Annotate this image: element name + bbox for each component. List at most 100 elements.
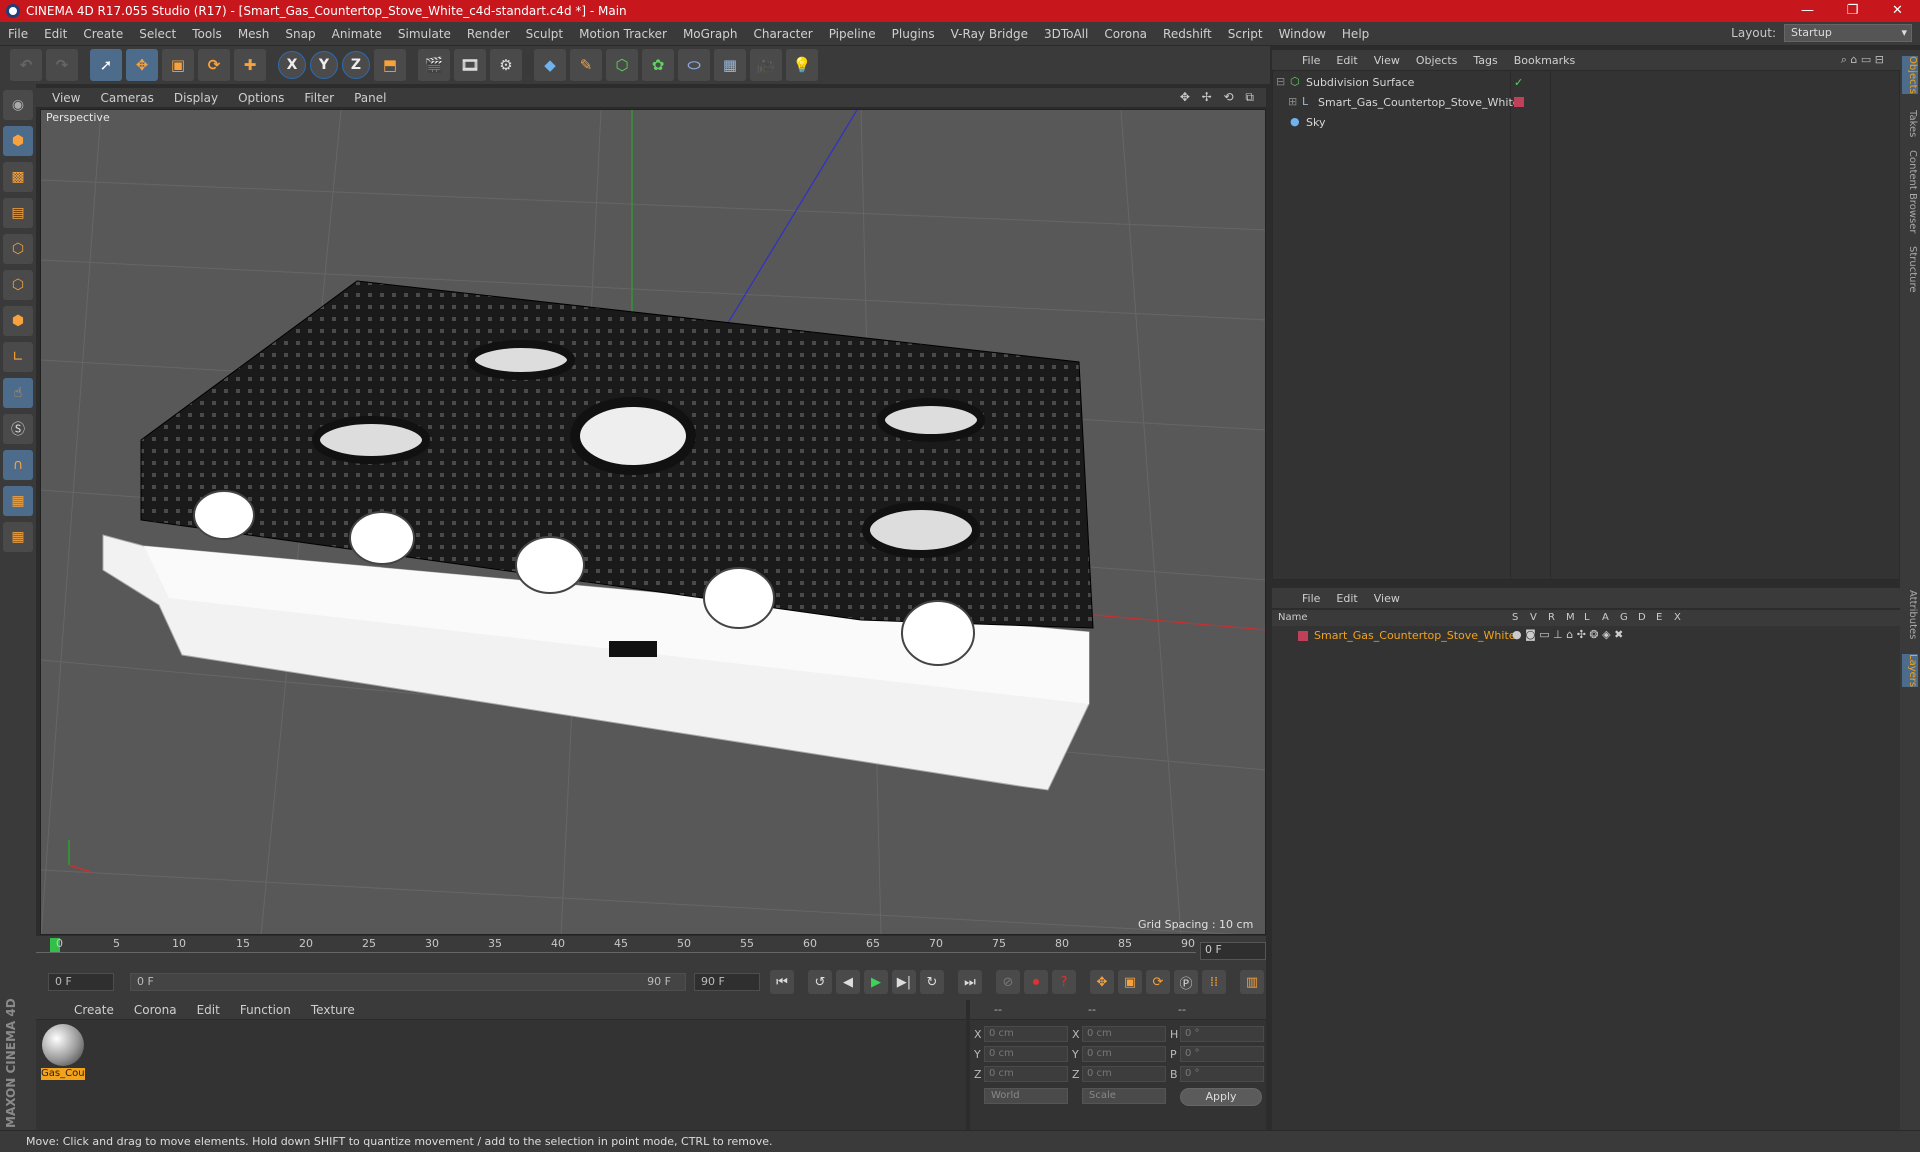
- key-parameter-icon[interactable]: Ⓟ: [1174, 970, 1198, 994]
- object-name[interactable]: Smart_Gas_Countertop_Stove_White: [1318, 96, 1520, 109]
- menu-select[interactable]: Select: [131, 27, 184, 41]
- menu-vray-bridge[interactable]: V-Ray Bridge: [943, 27, 1036, 41]
- object-row[interactable]: ⊞ L Smart_Gas_Countertop_Stove_White: [1274, 94, 1898, 112]
- make-editable-icon[interactable]: ◉: [3, 90, 33, 120]
- object-menu-tags[interactable]: Tags: [1465, 54, 1505, 67]
- render-view-icon[interactable]: 🎬: [418, 49, 450, 81]
- tab-content-browser[interactable]: Content Browser: [1902, 150, 1918, 233]
- key-rotation-icon[interactable]: ⟳: [1146, 970, 1170, 994]
- camera-icon[interactable]: 🎥: [750, 49, 782, 81]
- undo-icon[interactable]: ↶: [10, 49, 42, 81]
- go-to-end-icon[interactable]: ⏭: [958, 970, 982, 994]
- viewport-menu-view[interactable]: View: [42, 91, 90, 105]
- layout-select[interactable]: Startup: [1784, 24, 1912, 42]
- z-axis-lock-button[interactable]: Z: [342, 51, 370, 79]
- autokeying-icon[interactable]: ?: [1052, 970, 1076, 994]
- object-menu-edit[interactable]: Edit: [1328, 54, 1365, 67]
- viewport-navigation-icons[interactable]: ✥ ✢ ⟲ ⧉: [1180, 90, 1258, 105]
- edges-mode-icon[interactable]: ⬡: [3, 270, 33, 300]
- size-mode-select[interactable]: Scale: [1082, 1088, 1166, 1104]
- menu-simulate[interactable]: Simulate: [390, 27, 459, 41]
- menu-render[interactable]: Render: [459, 27, 518, 41]
- layer-menu-view[interactable]: View: [1366, 592, 1408, 605]
- menu-motion-tracker[interactable]: Motion Tracker: [571, 27, 675, 41]
- material-name-label[interactable]: Gas_Cou: [41, 1068, 85, 1080]
- tweak-mode-icon[interactable]: ☝: [3, 378, 33, 408]
- axis-mode-icon[interactable]: ∟: [3, 342, 33, 372]
- rotation-h-field[interactable]: 0 °: [1180, 1026, 1264, 1042]
- start-frame-field[interactable]: 0 F: [48, 973, 114, 991]
- key-scale-icon[interactable]: ▣: [1118, 970, 1142, 994]
- viewport-menu-display[interactable]: Display: [164, 91, 228, 105]
- x-axis-lock-button[interactable]: X: [278, 51, 306, 79]
- y-axis-lock-button[interactable]: Y: [310, 51, 338, 79]
- layer-menu-edit[interactable]: Edit: [1328, 592, 1365, 605]
- play-forward-icon[interactable]: ▶: [864, 970, 888, 994]
- minimize-button[interactable]: —: [1785, 0, 1830, 22]
- render-settings-icon[interactable]: ⚙: [490, 49, 522, 81]
- menu-create[interactable]: Create: [75, 27, 131, 41]
- tab-attributes[interactable]: Attributes: [1902, 590, 1918, 639]
- motion-record-icon[interactable]: ⊘: [996, 970, 1020, 994]
- workplane-mode-icon[interactable]: ▤: [3, 198, 33, 228]
- tab-layers[interactable]: Layers: [1902, 654, 1918, 688]
- rotation-b-field[interactable]: 0 °: [1180, 1066, 1264, 1082]
- viewport-menu-cameras[interactable]: Cameras: [90, 91, 163, 105]
- previous-frame-icon[interactable]: ◀: [836, 970, 860, 994]
- viewport-menu-options[interactable]: Options: [228, 91, 294, 105]
- solo-mode-icon[interactable]: Ⓢ: [3, 414, 33, 444]
- viewport-menu-filter[interactable]: Filter: [294, 91, 344, 105]
- collapse-icon[interactable]: ⊟: [1276, 75, 1285, 88]
- deformer-icon[interactable]: ⬭: [678, 49, 710, 81]
- rotation-p-field[interactable]: 0 °: [1180, 1046, 1264, 1062]
- menu-snap[interactable]: Snap: [277, 27, 323, 41]
- position-y-field[interactable]: 0 cm: [984, 1046, 1068, 1062]
- object-menu-view[interactable]: View: [1366, 54, 1408, 67]
- layer-color-swatch[interactable]: [1298, 631, 1308, 641]
- object-row[interactable]: ⊟ ⬡ Subdivision Surface ✓: [1274, 74, 1898, 92]
- expand-icon[interactable]: ⊞: [1288, 95, 1297, 108]
- tab-structure[interactable]: Structure: [1902, 246, 1918, 293]
- layer-row[interactable]: Smart_Gas_Countertop_Stove_White ● ◙ ▭ ⊥…: [1274, 628, 1894, 644]
- current-frame-field[interactable]: 0 F: [1200, 942, 1266, 960]
- texture-mode-icon[interactable]: ▩: [3, 162, 33, 192]
- timeline-window-icon[interactable]: ▥: [1240, 970, 1264, 994]
- material-menu-create[interactable]: Create: [64, 1003, 124, 1017]
- floor-grid-icon[interactable]: ▦: [714, 49, 746, 81]
- menu-tools[interactable]: Tools: [184, 27, 230, 41]
- cube-object-icon[interactable]: ◆: [534, 49, 566, 81]
- object-name[interactable]: Subdivision Surface: [1306, 76, 1414, 89]
- menu-help[interactable]: Help: [1334, 27, 1377, 41]
- menu-window[interactable]: Window: [1271, 27, 1334, 41]
- coordinate-system-icon[interactable]: ⬒: [374, 49, 406, 81]
- render-picture-viewer-icon[interactable]: 🎞: [454, 49, 486, 81]
- planar-workplane-icon[interactable]: ▦: [3, 522, 33, 552]
- menu-edit[interactable]: Edit: [36, 27, 75, 41]
- key-position-icon[interactable]: ✥: [1090, 970, 1114, 994]
- model-mode-icon[interactable]: ⬢: [3, 126, 33, 156]
- material-menu-corona[interactable]: Corona: [124, 1003, 187, 1017]
- redo-icon[interactable]: ↷: [46, 49, 78, 81]
- position-z-field[interactable]: 0 cm: [984, 1066, 1068, 1082]
- coordinate-space-select[interactable]: World: [984, 1088, 1068, 1104]
- locked-workplane-icon[interactable]: ▦: [3, 486, 33, 516]
- size-x-field[interactable]: 0 cm: [1082, 1026, 1166, 1042]
- material-menu-edit[interactable]: Edit: [187, 1003, 230, 1017]
- object-name[interactable]: Sky: [1306, 116, 1325, 129]
- tab-takes[interactable]: Takes: [1902, 110, 1918, 137]
- size-z-field[interactable]: 0 cm: [1082, 1066, 1166, 1082]
- previous-key-icon[interactable]: ↺: [808, 970, 832, 994]
- close-button[interactable]: ✕: [1875, 0, 1920, 22]
- mograph-cloner-icon[interactable]: ✿: [642, 49, 674, 81]
- menu-pipeline[interactable]: Pipeline: [821, 27, 884, 41]
- menu-3dtoall[interactable]: 3DToAll: [1036, 27, 1096, 41]
- timeline-ruler[interactable]: 0 5 10 15 20 25 30 35 40 45 50 55 60 65 …: [36, 936, 1266, 964]
- menu-file[interactable]: File: [0, 27, 36, 41]
- object-menu-objects[interactable]: Objects: [1408, 54, 1466, 67]
- 3d-viewport[interactable]: [40, 109, 1266, 935]
- menu-character[interactable]: Character: [745, 27, 820, 41]
- object-row[interactable]: ● Sky: [1274, 114, 1898, 132]
- go-to-start-icon[interactable]: ⏮: [770, 970, 794, 994]
- light-bulb-icon[interactable]: 💡: [786, 49, 818, 81]
- object-menu-file[interactable]: File: [1294, 54, 1328, 67]
